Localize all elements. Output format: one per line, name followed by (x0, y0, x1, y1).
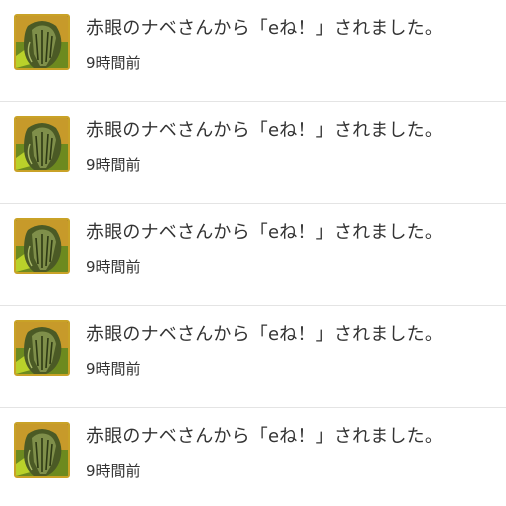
notification-message: 赤眼のナベさんから「eね！」されました。 (86, 120, 444, 141)
notification-message: 赤眼のナベさんから「eね！」されました。 (86, 324, 444, 345)
green-creature-avatar-icon[interactable] (14, 422, 70, 478)
green-creature-avatar-icon[interactable] (14, 320, 70, 376)
notification-item[interactable]: 赤眼のナベさんから「eね！」されました。 9時間前 (0, 306, 506, 408)
green-creature-avatar-icon[interactable] (14, 14, 70, 70)
notification-message: 赤眼のナベさんから「eね！」されました。 (86, 426, 444, 447)
notification-message: 赤眼のナベさんから「eね！」されました。 (86, 18, 444, 39)
notification-item[interactable]: 赤眼のナベさんから「eね！」されました。 9時間前 (0, 0, 506, 102)
notification-item[interactable]: 赤眼のナベさんから「eね！」されました。 9時間前 (0, 204, 506, 306)
notification-time: 9時間前 (86, 54, 141, 72)
notification-time: 9時間前 (86, 360, 141, 378)
green-creature-avatar-icon[interactable] (14, 116, 70, 172)
green-creature-avatar-icon[interactable] (14, 218, 70, 274)
notification-item[interactable]: 赤眼のナベさんから「eね！」されました。 9時間前 (0, 408, 506, 506)
notification-message: 赤眼のナベさんから「eね！」されました。 (86, 222, 444, 243)
notification-time: 9時間前 (86, 258, 141, 276)
notification-time: 9時間前 (86, 156, 141, 174)
notification-list: 赤眼のナベさんから「eね！」されました。 9時間前 赤眼のナベさんから「eね！」… (0, 0, 506, 506)
notification-time: 9時間前 (86, 462, 141, 480)
notification-item[interactable]: 赤眼のナベさんから「eね！」されました。 9時間前 (0, 102, 506, 204)
